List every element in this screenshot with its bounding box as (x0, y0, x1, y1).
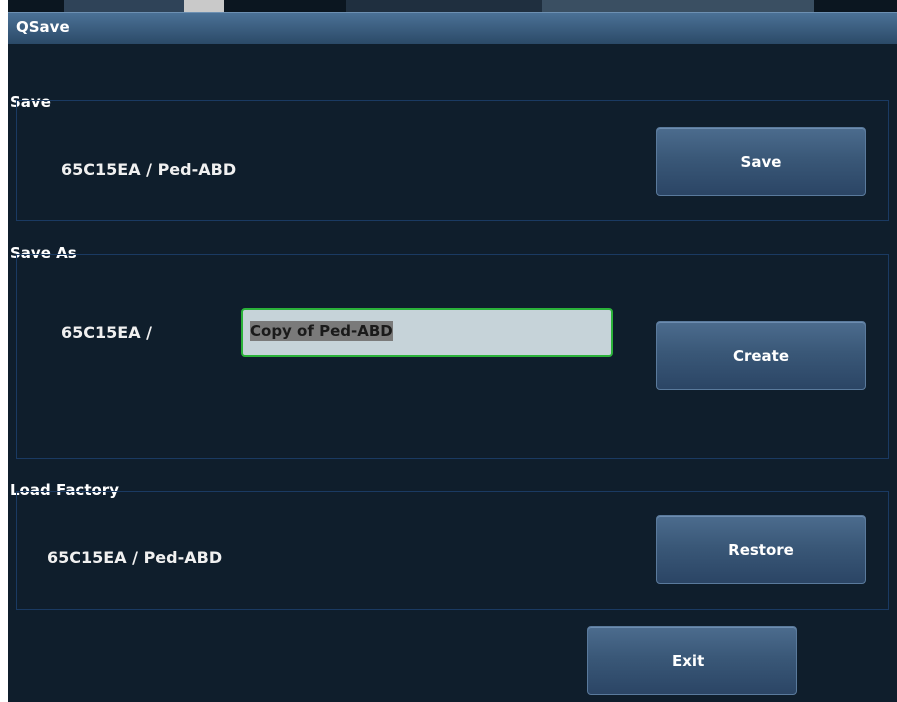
dialog-title: QSave (16, 18, 70, 36)
top-strip-segment-4 (542, 0, 814, 12)
save-button[interactable]: Save (656, 127, 866, 196)
load-factory-preset-text: 65C15EA / Ped-ABD (47, 548, 223, 567)
top-strip-segment-3 (346, 0, 542, 12)
restore-button[interactable]: Restore (656, 515, 866, 584)
create-button[interactable]: Create (656, 321, 866, 390)
top-strip-segment-2 (184, 0, 224, 12)
save-preset-text: 65C15EA / Ped-ABD (61, 160, 237, 179)
preset-name-value: Copy of Ped-ABD (250, 321, 393, 341)
save-as-probe-text: 65C15EA / (61, 323, 152, 342)
title-bar: QSave (8, 12, 897, 44)
top-strip (8, 0, 897, 12)
preset-name-input[interactable]: Copy of Ped-ABD (241, 308, 613, 357)
qsave-dialog: QSave Save 65C15EA / Ped-ABD Save Save A… (8, 0, 897, 702)
exit-button[interactable]: Exit (587, 626, 797, 695)
